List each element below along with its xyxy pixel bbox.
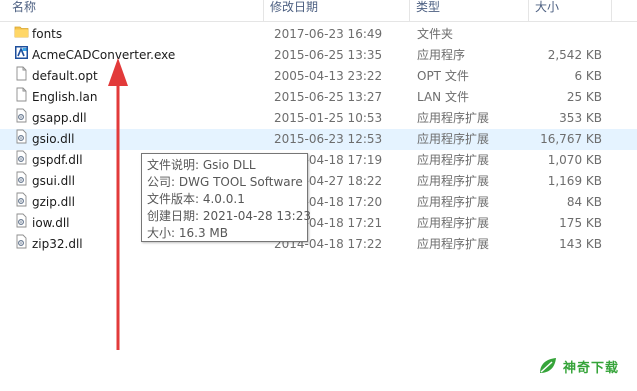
tooltip-version: 文件版本: 4.0.0.1 xyxy=(147,192,245,206)
file-tooltip: 文件说明: Gsio DLL 公司: DWG TOOL Software 文件版… xyxy=(141,153,311,242)
tooltip-description: 文件说明: Gsio DLL xyxy=(147,158,256,172)
red-arrow-annotation xyxy=(108,58,128,350)
watermark-logo: 神奇下载 xyxy=(537,354,619,378)
leaf-logo-icon xyxy=(540,358,556,373)
tooltip-size: 大小: 16.3 MB xyxy=(147,226,228,240)
tooltip-created: 创建日期: 2021-04-28 13:23 xyxy=(147,209,311,223)
tooltip-company: 公司: DWG TOOL Software xyxy=(147,175,303,189)
watermark-text: 神奇下载 xyxy=(563,360,620,376)
